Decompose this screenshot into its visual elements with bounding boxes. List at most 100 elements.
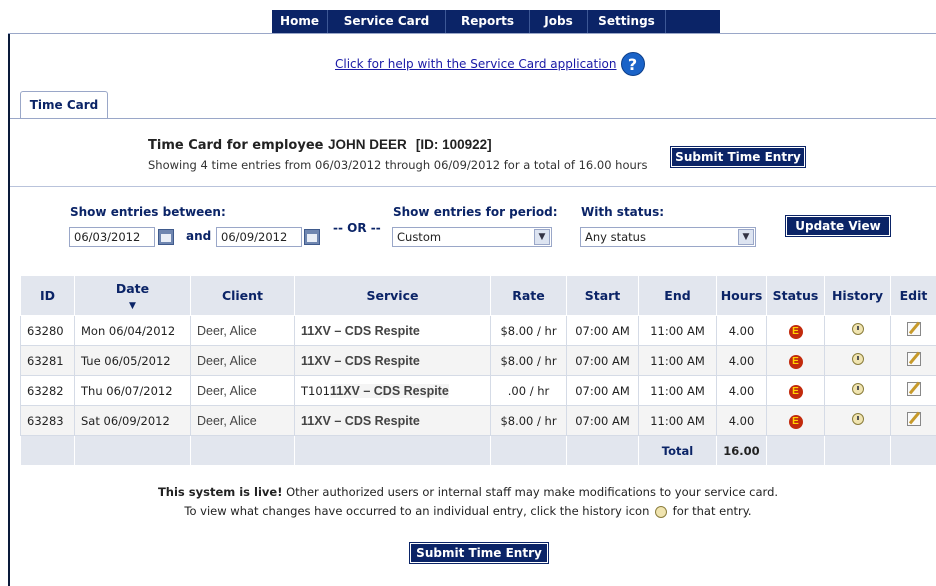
edit-pencil-icon[interactable] (906, 382, 921, 396)
total-blank (490, 435, 567, 466)
live-notice-line2: To view what changes have occurred to an… (0, 504, 936, 518)
total-blank (766, 435, 825, 466)
nav-home[interactable]: Home (272, 10, 328, 33)
period-select[interactable]: Custom ▼ (392, 227, 552, 247)
tab-time-card[interactable]: Time Card (20, 91, 108, 119)
cell-service: T10111XV – CDS Respite (294, 375, 491, 406)
cell-client: Deer, Alice (190, 405, 295, 436)
start-calendar-icon[interactable] (158, 229, 174, 245)
cell-edit (890, 405, 936, 436)
table-row: 63282 Thu 06/07/2012 Deer, Alice T10111X… (20, 375, 936, 406)
edit-pencil-icon[interactable] (906, 322, 921, 336)
col-date-label: Date (115, 280, 150, 296)
chevron-down-icon: ▼ (534, 229, 550, 245)
cell-client: Deer, Alice (190, 375, 295, 406)
cell-date: Sat 06/09/2012 (74, 405, 191, 436)
col-date[interactable]: Date ▼ (74, 275, 191, 316)
cell-end: 11:00 AM (638, 375, 717, 406)
cell-start: 07:00 AM (566, 345, 639, 376)
cell-status: E (766, 315, 825, 346)
update-view-button[interactable]: Update View (785, 215, 891, 237)
nav-reports[interactable]: Reports (446, 10, 530, 33)
col-status: Status (766, 275, 825, 316)
history-instruction: To view what changes have occurred to an… (184, 504, 650, 518)
cell-id: 63282 (20, 375, 75, 406)
period-label: Show entries for period: (393, 205, 558, 219)
cell-hours: 4.00 (716, 315, 767, 346)
col-rate: Rate (490, 275, 567, 316)
total-label: Total (638, 435, 717, 466)
main-nav: Home Service Card Reports Jobs Settings (272, 10, 720, 33)
cell-rate: .00 / hr (490, 375, 567, 406)
cell-status: E (766, 375, 825, 406)
status-label: With status: (581, 205, 665, 219)
cell-service: 11XV – CDS Respite (294, 315, 491, 346)
cell-edit (890, 375, 936, 406)
and-label: and (186, 229, 212, 243)
cell-service: 11XV – CDS Respite (294, 405, 491, 436)
live-notice-bold: This system is live! (157, 485, 283, 499)
nav-settings[interactable]: Settings (588, 10, 666, 33)
submit-time-entry-button-bottom[interactable]: Submit Time Entry (409, 542, 549, 564)
cell-client: Deer, Alice (190, 315, 295, 346)
edit-pencil-icon[interactable] (906, 412, 921, 426)
cell-hours: 4.00 (716, 375, 767, 406)
cell-date: Thu 06/07/2012 (74, 375, 191, 406)
cell-date: Mon 06/04/2012 (74, 315, 191, 346)
col-edit: Edit (890, 275, 936, 316)
top-divider (8, 33, 936, 34)
period-value: Custom (397, 230, 442, 244)
show-between-label: Show entries between: (70, 205, 226, 219)
end-calendar-icon[interactable] (304, 229, 320, 245)
sort-desc-icon: ▼ (129, 300, 136, 311)
submit-time-entry-button-top[interactable]: Submit Time Entry (670, 146, 806, 168)
cell-rate: $8.00 / hr (490, 315, 567, 346)
status-e-icon: E (788, 324, 803, 339)
cell-edit (890, 315, 936, 346)
entries-summary: Showing 4 time entries from 06/03/2012 t… (148, 158, 648, 172)
cell-end: 11:00 AM (638, 405, 717, 436)
history-clock-icon[interactable] (851, 383, 864, 395)
end-date-input[interactable]: 06/09/2012 (216, 227, 302, 247)
employee-heading: Time Card for employee JOHN DEER [ID: 10… (148, 137, 492, 153)
cell-start: 07:00 AM (566, 405, 639, 436)
status-e-icon: E (788, 354, 803, 369)
status-select[interactable]: Any status ▼ (580, 227, 756, 247)
help-row: Click for help with the Service Card app… (335, 52, 645, 76)
status-e-icon: E (788, 414, 803, 429)
cell-history (824, 315, 891, 346)
total-blank (20, 435, 75, 466)
nav-jobs[interactable]: Jobs (530, 10, 588, 33)
history-clock-icon[interactable] (851, 413, 864, 425)
nav-service-card[interactable]: Service Card (328, 10, 446, 33)
service-prefix: T101 (301, 383, 330, 398)
col-end: End (638, 275, 717, 316)
col-service: Service (294, 275, 491, 316)
cell-hours: 4.00 (716, 405, 767, 436)
history-clock-icon[interactable] (851, 323, 864, 335)
cell-service: 11XV – CDS Respite (294, 345, 491, 376)
live-notice-line1: This system is live! Other authorized us… (0, 485, 936, 499)
service-overlay: 11XV – CDS Respite (329, 383, 449, 398)
cell-status: E (766, 345, 825, 376)
col-history: History (824, 275, 891, 316)
cell-status: E (766, 405, 825, 436)
total-hours: 16.00 (716, 435, 767, 466)
cell-start: 07:00 AM (566, 375, 639, 406)
history-clock-icon[interactable] (851, 353, 864, 365)
help-question-icon[interactable]: ? (620, 52, 645, 76)
cell-id: 63283 (20, 405, 75, 436)
help-link[interactable]: Click for help with the Service Card app… (335, 57, 617, 71)
total-blank (566, 435, 639, 466)
edit-pencil-icon[interactable] (906, 352, 921, 366)
total-blank (74, 435, 191, 466)
cell-id: 63281 (20, 345, 75, 376)
cell-rate: $8.00 / hr (490, 405, 567, 436)
start-date-input[interactable]: 06/03/2012 (69, 227, 155, 247)
table-header-row: ID Date ▼ Client Service Rate Start End H… (20, 275, 936, 316)
or-label: -- OR -- (333, 221, 381, 235)
col-client: Client (190, 275, 295, 316)
chevron-down-icon: ▼ (738, 229, 754, 245)
total-blank (294, 435, 491, 466)
col-hours: Hours (716, 275, 767, 316)
